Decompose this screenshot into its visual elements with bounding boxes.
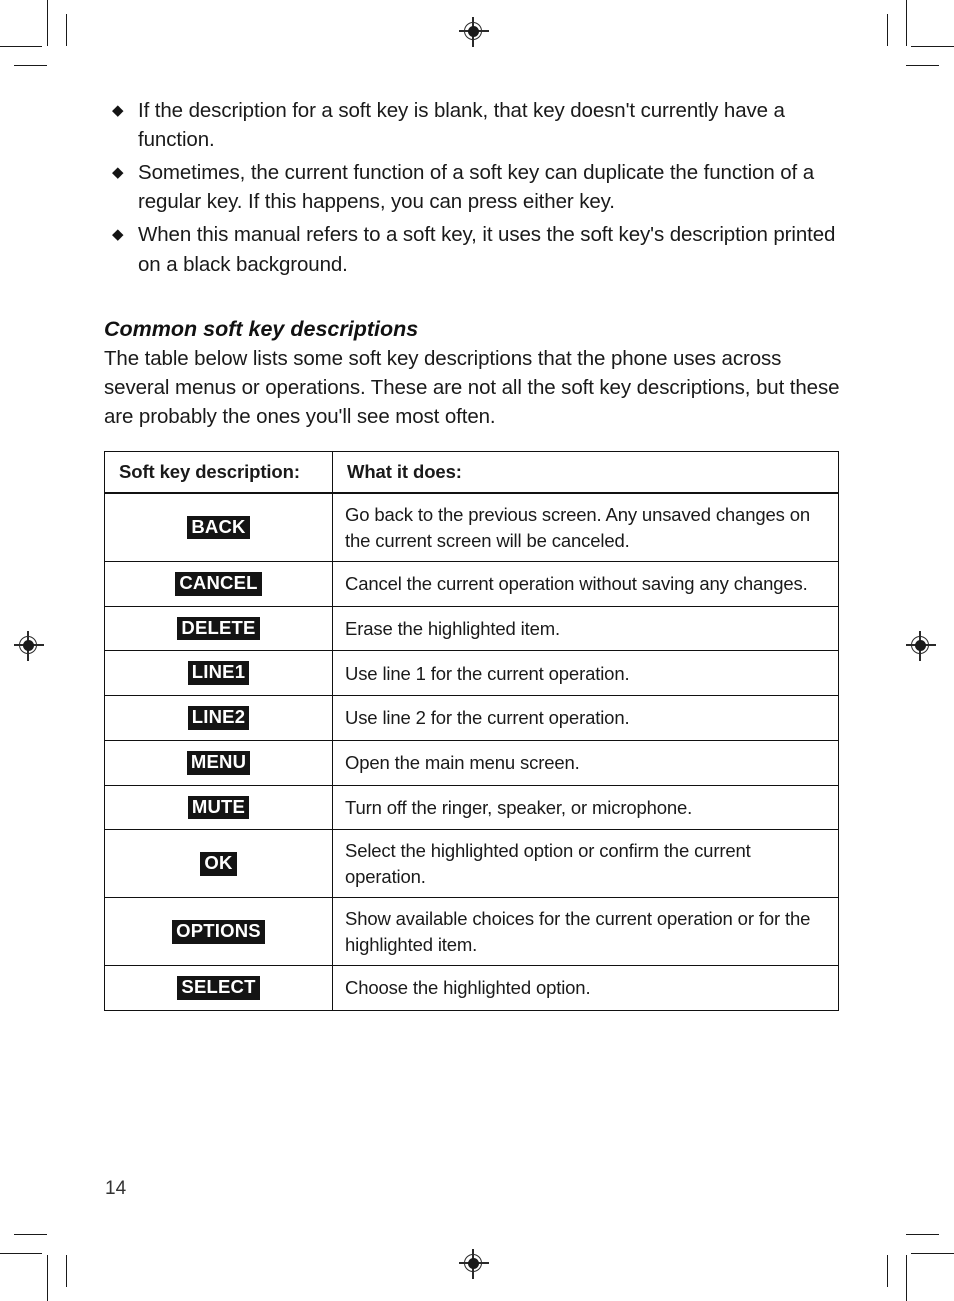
table-header-row: Soft key description: What it does: (104, 450, 839, 494)
table-row: OPTIONS Show available choices for the c… (104, 897, 839, 967)
section-intro-paragraph: The table below lists some soft key desc… (104, 346, 840, 428)
crop-mark-bottom-right-v2 (906, 1255, 908, 1301)
list-item-text: If the description for a soft key is bla… (138, 99, 785, 152)
crop-mark-bottom-left-h2 (0, 1253, 42, 1255)
soft-key-description-cell: Turn off the ringer, speaker, or microph… (332, 784, 839, 831)
list-item: ◆ Sometimes, the current function of a s… (104, 158, 850, 216)
soft-key-badge: MENU (186, 750, 251, 775)
table-row: BACK Go back to the previous screen. Any… (104, 492, 839, 563)
crop-mark-bottom-left-v1 (47, 1255, 49, 1301)
crop-mark-top-right-h2 (906, 65, 939, 67)
diamond-bullet-icon: ◆ (112, 163, 124, 181)
list-item-text: When this manual refers to a soft key, i… (138, 223, 836, 276)
soft-key-cell: MENU (104, 739, 333, 786)
soft-key-cell: CANCEL (104, 561, 333, 607)
soft-key-description-cell: Select the highlighted option or confirm… (332, 829, 839, 899)
column-header-what-it-does: What it does: (332, 450, 839, 494)
table-row: DELETE Erase the highlighted item. (104, 605, 839, 652)
list-item: ◆ When this manual refers to a soft key,… (104, 220, 850, 278)
table-row: SELECT Choose the highlighted option. (104, 965, 839, 1012)
registration-mark-top-icon (459, 17, 489, 47)
soft-key-description-cell: Use line 2 for the current operation. (332, 695, 839, 741)
crop-mark-top-right-h1 (911, 46, 954, 48)
table-row: OK Select the highlighted option or conf… (104, 829, 839, 899)
crop-mark-top-right-v2 (906, 0, 908, 46)
soft-key-badge: MUTE (187, 795, 250, 820)
soft-key-cell: DELETE (104, 605, 333, 652)
notes-list: ◆ If the description for a soft key is b… (104, 96, 850, 279)
crop-mark-bottom-right-v1 (887, 1255, 889, 1287)
soft-key-badge: LINE1 (187, 661, 250, 686)
table-row: CANCEL Cancel the current operation with… (104, 561, 839, 607)
soft-key-cell: OPTIONS (104, 897, 333, 967)
section-heading: Common soft key descriptions (104, 316, 419, 341)
crop-mark-top-left-v1 (47, 0, 49, 46)
table-row: MUTE Turn off the ringer, speaker, or mi… (104, 784, 839, 831)
registration-mark-left-icon (14, 631, 44, 661)
page-number: 14 (105, 1178, 127, 1199)
soft-key-description-cell: Open the main menu screen. (332, 739, 839, 786)
table-row: LINE2 Use line 2 for the current operati… (104, 695, 839, 741)
soft-key-cell: LINE1 (104, 650, 333, 697)
soft-key-description-cell: Cancel the current operation without sav… (332, 561, 839, 607)
soft-key-cell: LINE2 (104, 695, 333, 741)
soft-key-descriptions-table: Soft key description: What it does: BACK… (104, 450, 839, 1012)
diamond-bullet-icon: ◆ (112, 225, 124, 243)
registration-mark-right-icon (906, 631, 936, 661)
soft-key-description-cell: Erase the highlighted item. (332, 605, 839, 652)
soft-key-badge: OPTIONS (172, 920, 265, 944)
crop-mark-top-left-h1 (0, 46, 42, 48)
soft-key-cell: OK (104, 829, 333, 899)
soft-key-description-cell: Show available choices for the current o… (332, 897, 839, 967)
crop-mark-bottom-right-h2 (911, 1253, 954, 1255)
soft-key-description-cell: Go back to the previous screen. Any unsa… (332, 492, 839, 563)
column-header-soft-key-description: Soft key description: (104, 450, 333, 494)
soft-key-badge: LINE2 (187, 706, 250, 730)
diamond-bullet-icon: ◆ (112, 101, 124, 119)
soft-key-badge: SELECT (177, 976, 260, 1001)
crop-mark-bottom-left-v2 (66, 1255, 68, 1287)
soft-key-cell: MUTE (104, 784, 333, 831)
table-row: MENU Open the main menu screen. (104, 739, 839, 786)
soft-key-description-cell: Use line 1 for the current operation. (332, 650, 839, 697)
crop-mark-bottom-right-h1 (906, 1234, 939, 1236)
registration-mark-bottom-icon (459, 1249, 489, 1279)
table-row: LINE1 Use line 1 for the current operati… (104, 650, 839, 697)
list-item-text: Sometimes, the current function of a sof… (138, 161, 815, 214)
soft-key-cell: SELECT (104, 965, 333, 1012)
soft-key-badge: BACK (187, 515, 250, 540)
page-content: ◆ If the description for a soft key is b… (104, 96, 850, 1012)
crop-mark-top-right-v1 (887, 14, 889, 46)
crop-mark-top-left-h2 (14, 65, 47, 67)
crop-mark-top-left-v2 (66, 14, 68, 46)
soft-key-badge: OK (200, 851, 237, 876)
soft-key-badge: CANCEL (175, 572, 262, 596)
soft-key-badge: DELETE (177, 616, 260, 641)
list-item: ◆ If the description for a soft key is b… (104, 96, 850, 154)
table-body: BACK Go back to the previous screen. Any… (104, 492, 839, 1012)
crop-mark-bottom-left-h1 (14, 1234, 47, 1236)
soft-key-cell: BACK (104, 492, 333, 563)
soft-key-description-cell: Choose the highlighted option. (332, 965, 839, 1012)
